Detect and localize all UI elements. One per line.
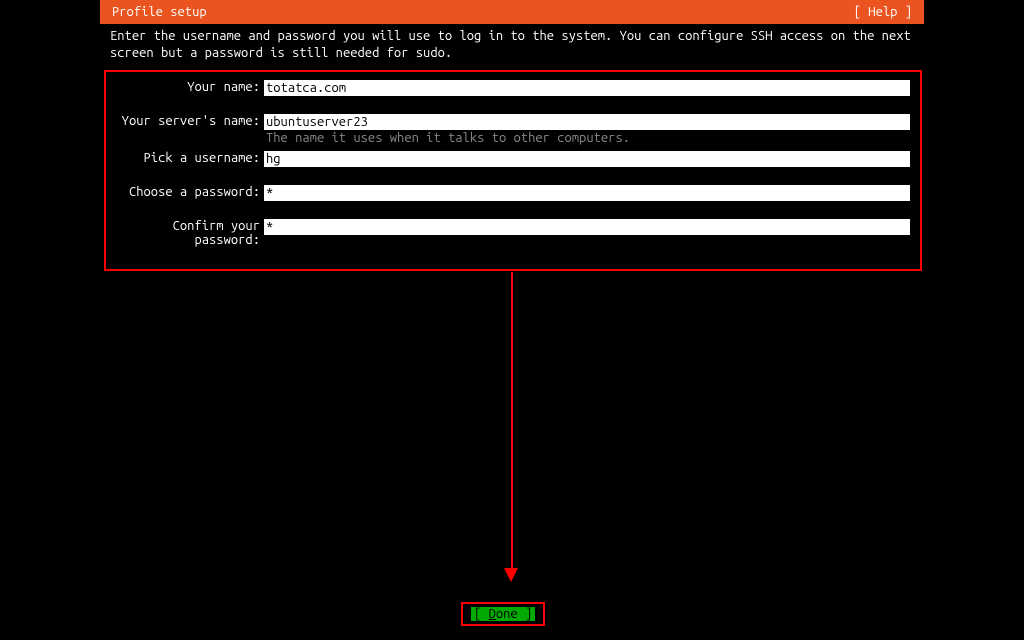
done-button[interactable]: [ Done ] xyxy=(471,607,535,621)
server-name-input[interactable]: ubuntuserver23 xyxy=(264,114,910,130)
annotation-arrow xyxy=(510,272,514,580)
header-bar: Profile setup [ Help ] xyxy=(100,0,924,24)
help-button[interactable]: [ Help ] xyxy=(854,5,912,19)
username-label: Pick a username: xyxy=(116,151,264,165)
instructions-text: Enter the username and password you will… xyxy=(110,24,924,70)
your-name-input[interactable]: totatca.com xyxy=(264,80,910,96)
done-highlight-box: [ Done ] xyxy=(461,602,545,626)
username-input[interactable]: hg xyxy=(264,151,910,167)
server-name-label: Your server's name: xyxy=(116,114,264,128)
password-label: Choose a password: xyxy=(116,185,264,199)
confirm-password-label: Confirm your password: xyxy=(116,219,264,247)
confirm-password-input[interactable]: * xyxy=(264,219,910,235)
your-name-label: Your name: xyxy=(116,80,264,94)
arrow-head-icon xyxy=(504,568,518,582)
server-name-hint: The name it uses when it talks to other … xyxy=(264,131,910,145)
page-title: Profile setup xyxy=(112,5,207,19)
arrow-line xyxy=(511,272,513,568)
form-highlight-box: Your name: totatca.com Your server's nam… xyxy=(104,70,922,271)
password-input[interactable]: * xyxy=(264,185,910,201)
